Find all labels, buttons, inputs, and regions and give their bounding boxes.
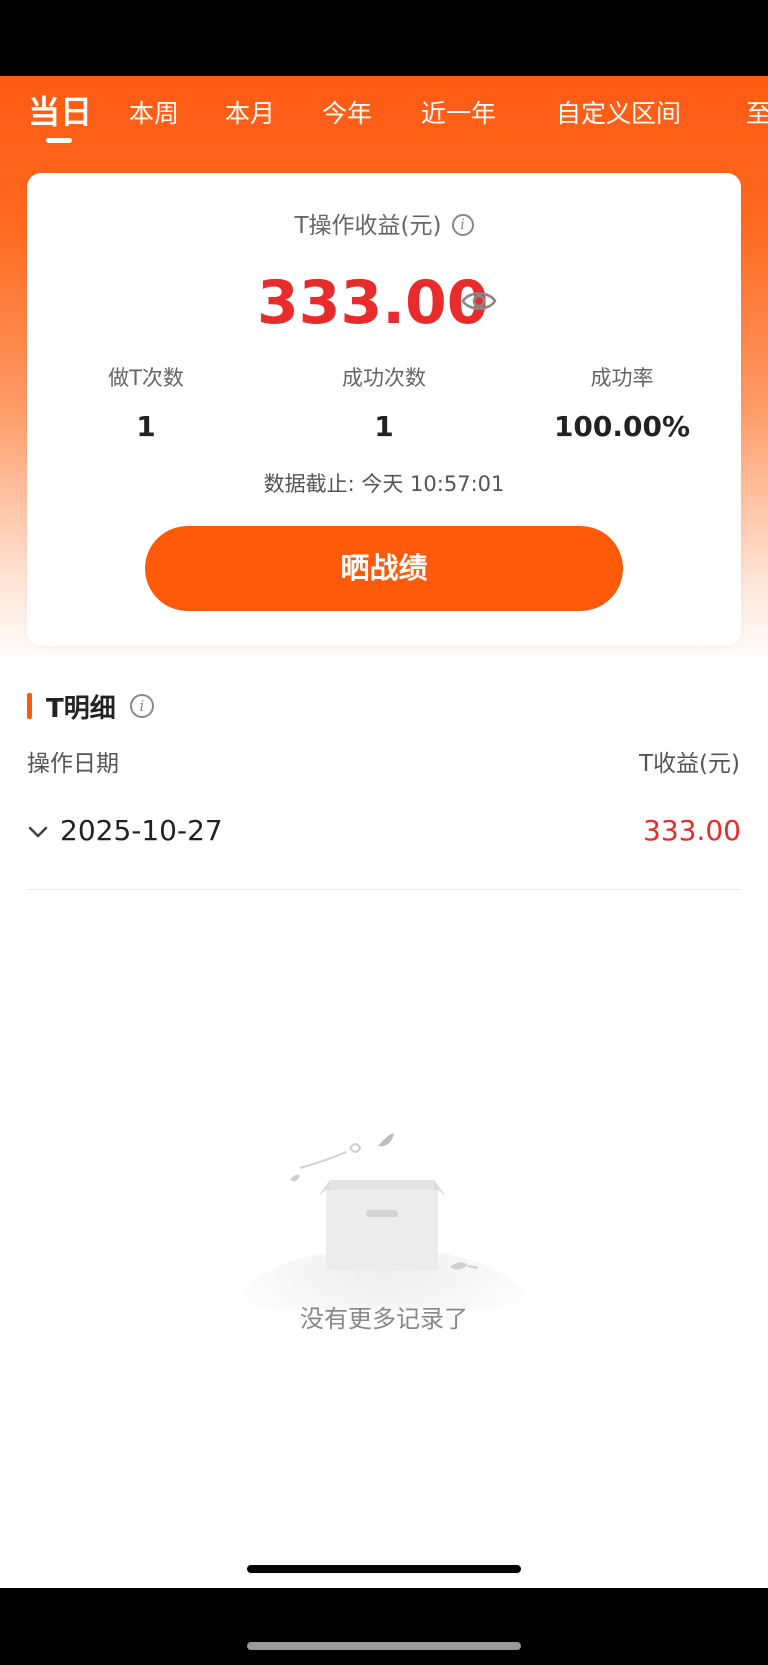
profit-label: T操作收益(元) [294,213,442,239]
share-results-button[interactable]: 晒战绩 [145,526,623,611]
tab-last-year[interactable]: 近一年 [421,96,496,132]
section-accent-bar [27,693,32,719]
info-icon[interactable]: i [451,213,474,236]
stat-success-count: 成功次数 1 [265,363,503,447]
stat-success-rate: 成功率 100.00% [503,363,741,447]
row-profit: 333.00 [643,814,741,847]
summary-card: T操作收益(元) i 333.00 做T次数 1 成功次数 1 成功率 100.0… [27,173,741,646]
bottom-bar [0,1588,768,1665]
stat-label: 做T次数 [108,366,184,390]
bottom-gesture-pill [247,1642,521,1650]
chevron-down-icon[interactable] [27,821,49,843]
period-tabs: 当日 本周 本月 今年 近一年 自定义区间 至 [0,76,768,156]
column-header-profit: T收益(元) [639,751,740,777]
home-indicator [247,1565,521,1573]
data-cutoff-time: 数据截止: 今天 10:57:01 [263,472,505,496]
column-header-date: 操作日期 [27,751,119,777]
active-tab-indicator [46,138,72,143]
stat-value: 100.00% [553,410,691,443]
profit-label-row: T操作收益(元) i [27,210,741,242]
tab-today[interactable]: 当日 [28,92,92,132]
info-icon[interactable]: i [129,694,154,718]
empty-state-text: 没有更多记录了 [300,1305,468,1333]
stat-value: 1 [136,410,156,443]
eye-icon[interactable] [461,286,497,316]
row-date: 2025-10-27 [60,814,223,847]
stat-trade-count: 做T次数 1 [27,363,265,447]
tab-this-month[interactable]: 本月 [225,96,275,132]
status-bar [0,0,768,76]
stat-label: 成功率 [590,366,654,390]
tab-custom-range[interactable]: 自定义区间 [556,96,681,132]
empty-box-illustration [238,1133,528,1310]
list-item[interactable]: 2025-10-27 333.00 [27,805,741,890]
tab-to[interactable]: 至 [746,96,768,132]
tab-this-year[interactable]: 今年 [322,96,372,132]
stat-label: 成功次数 [342,366,426,390]
tab-this-week[interactable]: 本周 [129,96,179,132]
stat-value: 1 [374,410,394,443]
section-title-text: T明细 [46,693,116,724]
detail-section-title: T明细 i [27,688,154,724]
profit-value: 333.00 [257,268,489,338]
